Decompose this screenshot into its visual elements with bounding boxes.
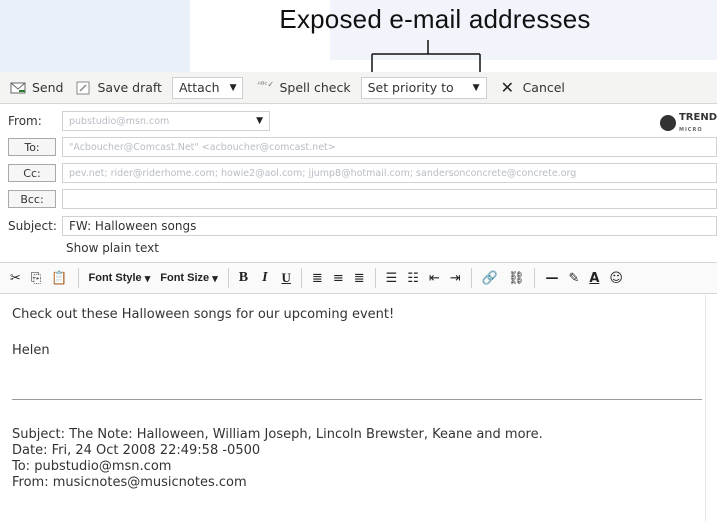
message-line: Check out these Halloween songs for our … <box>12 307 395 322</box>
font-style-dropdown[interactable]: Font Style ▾ <box>89 272 151 285</box>
paste-icon[interactable]: 📋 <box>51 271 67 286</box>
scrollbar[interactable] <box>705 295 717 521</box>
font-size-label: Font Size <box>160 272 210 284</box>
send-icon <box>10 80 26 96</box>
logo-text: TREND <box>678 112 717 123</box>
bold-button[interactable]: B <box>239 270 248 286</box>
logo-sub: MICRO <box>678 127 703 133</box>
spell-check-icon: ᴬᴮᶜ✓ <box>257 79 275 89</box>
forwarded-subject: Subject: The Note: Halloween, William Jo… <box>12 427 543 442</box>
to-button[interactable]: To: <box>8 138 56 156</box>
trend-micro-logo: TREND MICRO <box>659 112 717 134</box>
from-label: From: <box>8 114 42 128</box>
toolbar-divider <box>300 268 302 288</box>
forwarded-to: To: pubstudio@msn.com <box>12 459 172 474</box>
compose-toolbar: Send Save draft Attach ▼ ᴬᴮᶜ✓ Spell chec… <box>0 72 717 104</box>
save-draft-button[interactable]: Save draft <box>75 76 162 100</box>
align-center-icon[interactable]: ≡ <box>333 271 344 286</box>
italic-button[interactable]: I <box>262 270 267 286</box>
callout: Exposed e-mail addresses <box>0 0 717 164</box>
attach-dropdown[interactable]: Attach ▼ <box>171 76 244 99</box>
font-size-dropdown[interactable]: Font Size ▾ <box>160 272 217 285</box>
format-toolbar: ✂ ⎘ 📋 Font Style ▾ Font Size ▾ B I U ≣ ≡… <box>0 262 717 294</box>
to-row: To: "Acboucher@Comcast.Net" <acboucher@c… <box>0 136 717 158</box>
highlight-color-icon[interactable]: ✎ <box>568 271 579 286</box>
align-right-icon[interactable]: ≣ <box>354 271 365 286</box>
show-plain-text-link[interactable]: Show plain text <box>66 241 159 255</box>
from-value: pubstudio@msn.com <box>69 115 170 127</box>
save-draft-icon <box>75 80 91 96</box>
chevron-down-icon: ▼ <box>229 82 237 93</box>
cc-row: Cc: pev.net; rider@riderhome.com; howie2… <box>0 162 717 184</box>
chevron-down-icon: ▼ <box>472 82 480 93</box>
toolbar-divider <box>77 268 79 288</box>
subject-field[interactable]: FW: Halloween songs <box>62 216 717 236</box>
logo-icon <box>659 115 676 131</box>
chevron-down-icon: ▼ <box>256 116 263 126</box>
toolbar-divider <box>534 268 536 288</box>
toolbar-divider <box>227 268 229 288</box>
cut-icon[interactable]: ✂ <box>10 271 21 286</box>
bcc-row: Bcc: <box>0 188 717 210</box>
cancel-button[interactable]: ✕ Cancel <box>501 76 565 100</box>
priority-dropdown[interactable]: Set priority to ▼ <box>360 76 487 99</box>
message-signature: Helen <box>12 343 50 358</box>
forward-divider <box>12 399 702 400</box>
font-color-icon[interactable]: A <box>589 271 599 286</box>
bcc-field[interactable] <box>62 189 717 209</box>
forwarded-from: From: musicnotes@musicnotes.com <box>12 475 247 490</box>
remove-link-icon[interactable]: ⛓ <box>508 271 525 286</box>
emoticon-icon[interactable]: ☺ <box>609 271 623 286</box>
cc-button[interactable]: Cc: <box>8 164 56 182</box>
font-style-label: Font Style <box>88 272 142 284</box>
bcc-button[interactable]: Bcc: <box>8 190 56 208</box>
send-label: Send <box>32 80 64 95</box>
cc-field[interactable]: pev.net; rider@riderhome.com; howie2@aol… <box>62 163 717 183</box>
underline-button[interactable]: U <box>282 270 291 286</box>
subject-row: Subject: FW: Halloween songs <box>0 215 717 237</box>
attach-label: Attach <box>178 80 220 95</box>
compose-window: Send Save draft Attach ▼ ᴬᴮᶜ✓ Spell chec… <box>0 72 717 521</box>
priority-label: Set priority to <box>367 80 454 95</box>
copy-icon[interactable]: ⎘ <box>31 271 41 286</box>
message-body[interactable]: Check out these Halloween songs for our … <box>0 295 717 521</box>
save-draft-label: Save draft <box>97 80 162 95</box>
horizontal-rule-icon[interactable]: — <box>545 271 558 286</box>
from-select[interactable]: pubstudio@msn.com ▼ <box>62 111 270 131</box>
toolbar-divider <box>470 268 472 288</box>
indent-icon[interactable]: ⇥ <box>450 271 461 286</box>
send-button[interactable]: Send <box>10 76 63 100</box>
from-row: From: pubstudio@msn.com ▼ TREND MICRO <box>0 110 717 134</box>
outdent-icon[interactable]: ⇤ <box>429 271 440 286</box>
spell-check-label: Spell check <box>279 80 351 95</box>
to-field[interactable]: "Acboucher@Comcast.Net" <acboucher@comca… <box>62 137 717 157</box>
forwarded-date: Date: Fri, 24 Oct 2008 22:49:58 -0500 <box>12 443 261 458</box>
numbered-list-icon[interactable]: ☰ <box>386 271 398 286</box>
close-icon: ✕ <box>500 77 514 97</box>
bullet-list-icon[interactable]: ☷ <box>407 271 419 286</box>
insert-link-icon[interactable]: 🔗 <box>482 271 498 286</box>
align-left-icon[interactable]: ≣ <box>312 271 323 286</box>
toolbar-divider <box>374 268 376 288</box>
subject-label: Subject: <box>8 219 57 233</box>
cancel-label: Cancel <box>522 80 565 95</box>
spell-check-button[interactable]: ᴬᴮᶜ✓ Spell check <box>257 76 350 100</box>
